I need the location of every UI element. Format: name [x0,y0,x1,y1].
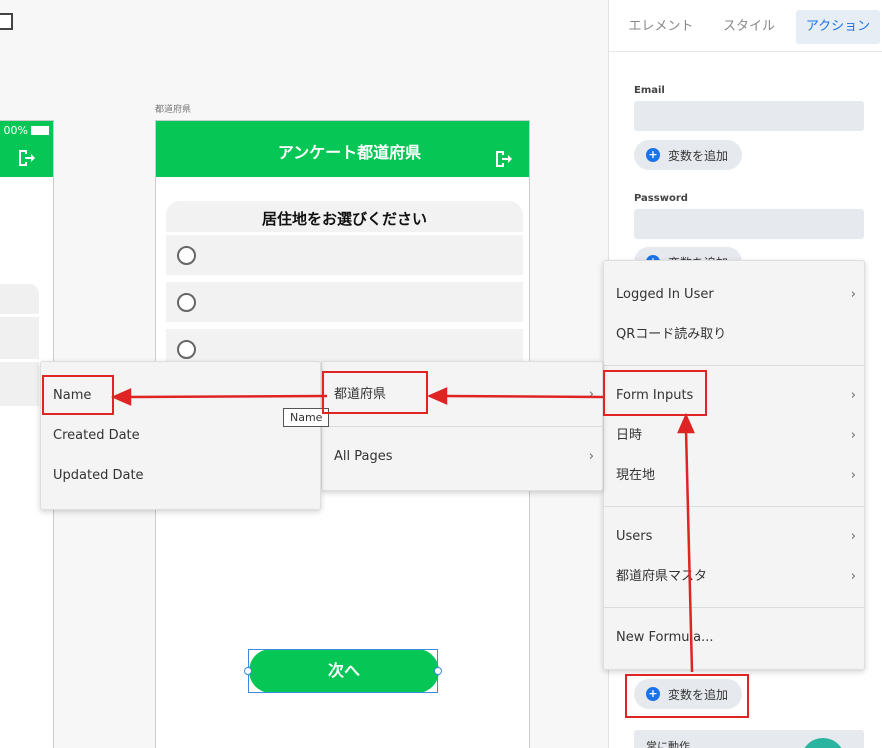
question-heading: 居住地をお選びください [166,201,523,235]
tab-element[interactable]: エレメント [621,10,701,44]
annotation-box-name [42,375,114,415]
variable-menu: Logged In User › QRコード読み取り Form Inputs ›… [603,260,865,670]
annotation-box-prefecture [322,371,428,414]
email-label: Email [634,85,665,96]
menu-item-updated-date[interactable]: Updated Date [41,456,320,496]
chevron-right-icon: › [850,388,856,403]
menu-item-label: 日時 [616,428,643,443]
menu-item-new-formula[interactable]: New Formula... [604,618,864,658]
canvas-checkbox[interactable] [0,13,13,30]
header-title: アンケート都道府県 [277,143,422,162]
chevron-right-icon: › [850,428,856,443]
resize-handle-right[interactable] [434,667,442,675]
app-header: アンケート都道府県 [156,121,529,177]
tab-style[interactable]: スタイル [711,10,787,44]
menu-item-label: All Pages [334,449,393,464]
menu-item-label: 現在地 [616,468,656,483]
menu-item-label: New Formula... [616,630,714,645]
menu-item-logged-in-user[interactable]: Logged In User › [604,275,864,315]
annotation-box-add-variable [625,674,749,718]
email-field[interactable] [634,101,864,131]
password-label: Password [634,193,688,204]
chevron-right-icon: › [850,468,856,483]
next-button[interactable]: 次へ [249,649,439,693]
chevron-right-icon: › [588,387,594,402]
menu-item-label: 都道府県マスタ [616,569,708,584]
logout-icon[interactable] [493,149,513,169]
menu-item-created-date[interactable]: Created Date [41,416,320,456]
tab-action[interactable]: アクション [796,10,880,44]
left-phone-card [0,317,39,359]
menu-item-qr-reader[interactable]: QRコード読み取り [604,315,864,355]
password-field[interactable] [634,209,864,239]
chevron-right-icon: › [850,529,856,544]
panel-tabs: エレメント スタイル アクション [609,0,882,52]
left-phone-status-bar: 00% [0,121,53,139]
menu-item-all-pages[interactable]: All Pages › [322,437,602,477]
menu-item-prefecture-master[interactable]: 都道府県マスタ › [604,557,864,597]
menu-divider [604,506,864,507]
menu-item-label: Users [616,529,653,544]
menu-divider [604,365,864,366]
radio-option[interactable] [166,232,523,275]
logout-icon[interactable] [16,148,36,168]
left-phone-card [0,284,39,314]
left-phone-header [0,139,53,177]
add-variable-label: 変数を追加 [668,148,729,163]
menu-item-label: QRコード読み取り [616,327,727,342]
menu-item-current-location[interactable]: 現在地 › [604,456,864,496]
chevron-right-icon: › [850,287,856,302]
menu-item-label: Logged In User [616,287,714,302]
add-variable-button[interactable]: + 変数を追加 [634,140,742,170]
annotation-box-form-inputs [603,370,707,416]
plus-icon: + [646,148,660,162]
screen-label: 都道府県 [155,105,192,115]
battery-icon [31,125,49,135]
battery-percent: 00% [3,123,28,137]
radio-button[interactable] [177,246,196,265]
menu-divider [604,607,864,608]
menu-item-label: Created Date [53,428,140,443]
radio-option[interactable] [166,279,523,322]
radio-button[interactable] [177,340,196,359]
menu-item-datetime[interactable]: 日時 › [604,416,864,456]
chevron-right-icon: › [588,449,594,464]
left-phone-card [0,362,39,406]
menu-item-users[interactable]: Users › [604,517,864,557]
menu-divider [322,426,602,427]
chevron-right-icon: › [850,569,856,584]
menu-item-label: Updated Date [53,468,144,483]
radio-button[interactable] [177,293,196,312]
resize-handle-left[interactable] [244,667,252,675]
